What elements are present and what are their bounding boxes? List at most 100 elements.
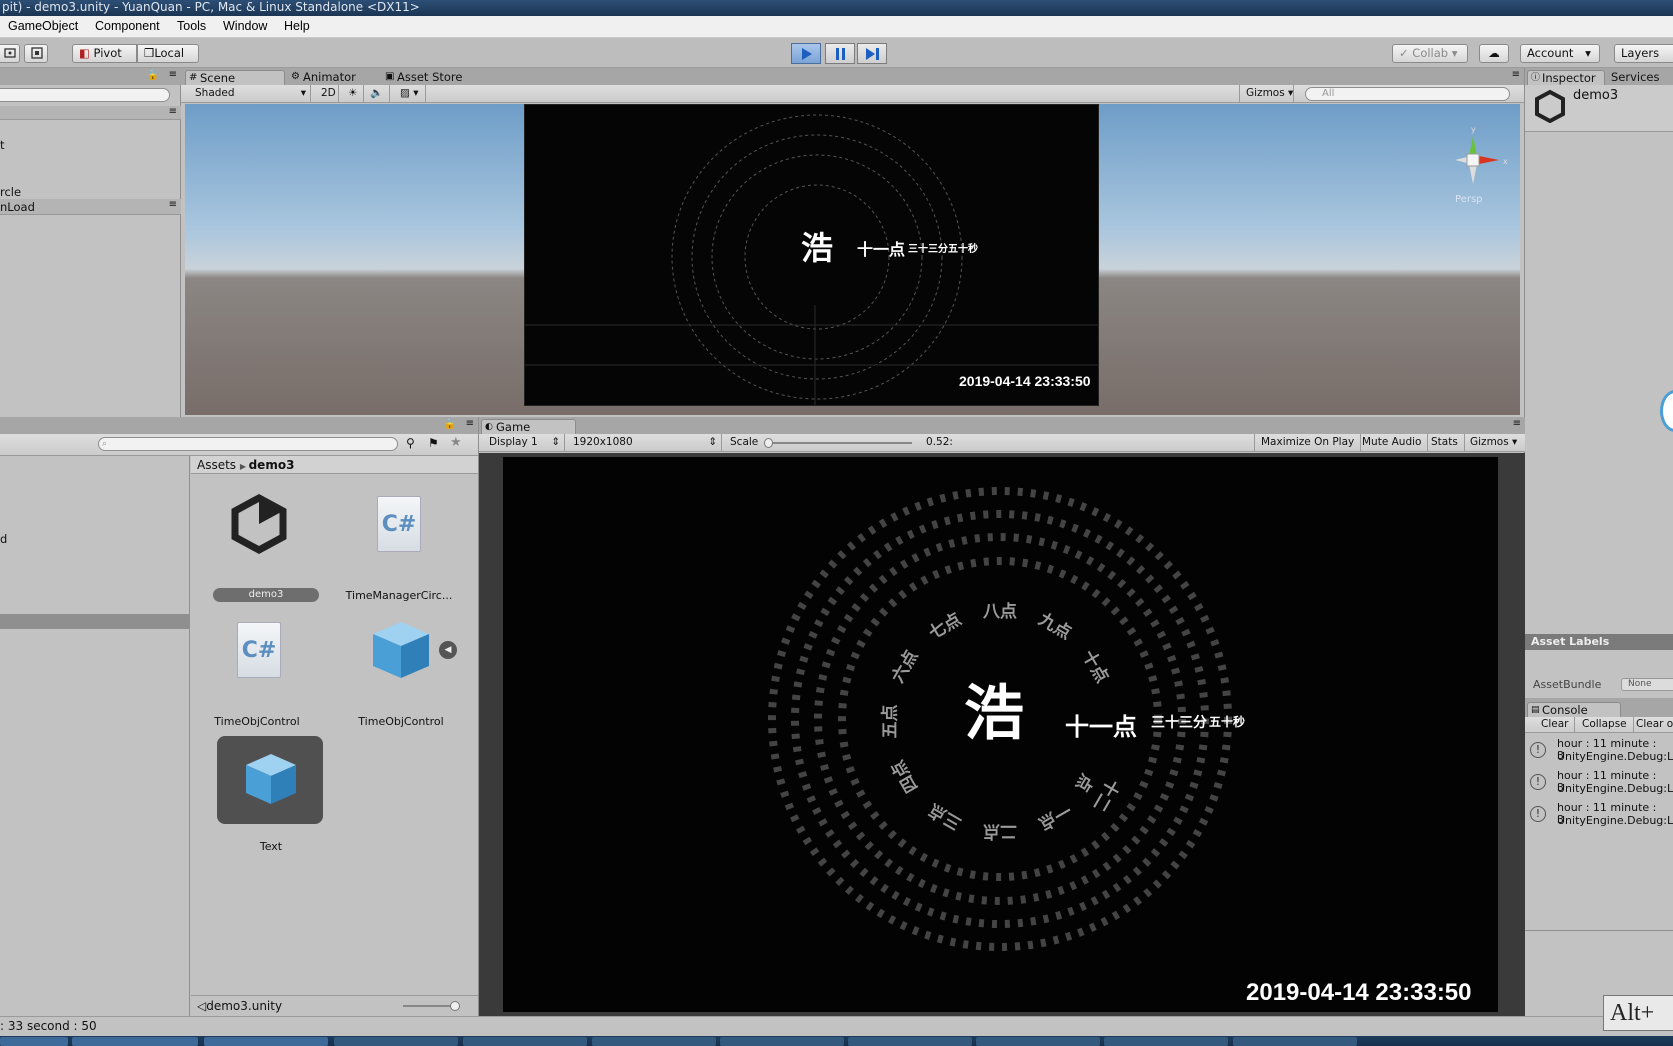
breadcrumb-folder[interactable]: demo3	[249, 458, 295, 472]
console-tabstrip: ▤ Console	[1525, 698, 1673, 717]
menu-window[interactable]: Window	[223, 19, 267, 33]
game-tabstrip: ◐ Game ≡	[479, 417, 1525, 434]
taskbar-item[interactable]	[0, 1037, 68, 1046]
console-collapse-button[interactable]: Collapse	[1576, 717, 1634, 732]
layers-dropdown[interactable]: Layers	[1614, 44, 1673, 63]
menu-gameobject[interactable]: GameObject	[8, 19, 78, 33]
filter-type-icon[interactable]: ⚲	[406, 436, 415, 450]
menu-component[interactable]: Component	[95, 19, 160, 33]
folder-item-selected[interactable]	[0, 614, 190, 629]
account-dropdown[interactable]: Account ▾	[1520, 44, 1600, 63]
console-log-row[interactable]: ! hour : 11 minute : 3 UnityEngine.Debug…	[1524, 770, 1673, 800]
scene-search[interactable]: All	[1305, 87, 1510, 101]
icon-size-slider[interactable]	[403, 1005, 455, 1007]
rect-tool-icon[interactable]	[0, 44, 20, 63]
taskbar-item[interactable]	[463, 1037, 587, 1046]
game-minute-text: 三十三分	[1151, 715, 1207, 731]
console-log-row[interactable]: ! hour : 11 minute : 3 UnityEngine.Debug…	[1524, 802, 1673, 832]
asset-bundle-dropdown[interactable]: None	[1621, 678, 1673, 691]
scale-slider-thumb[interactable]	[764, 438, 773, 448]
2d-toggle[interactable]: 2D	[315, 85, 339, 102]
label-icon[interactable]: ⚑	[428, 436, 439, 450]
tab-inspector[interactable]: ⓘ Inspector	[1527, 70, 1605, 85]
asset-item[interactable]: Text	[197, 736, 323, 856]
taskbar-item[interactable]	[1104, 1037, 1228, 1046]
warning-icon: !	[1530, 806, 1546, 822]
lock-icon[interactable]: 🔒	[147, 70, 159, 81]
cloud-button[interactable]: ☁	[1479, 44, 1509, 63]
tab-scene[interactable]: # Scene	[185, 70, 285, 85]
breadcrumb-root[interactable]: Assets	[197, 458, 236, 472]
game-gizmos-label: Gizmos	[1470, 436, 1509, 448]
menu-tools[interactable]: Tools	[177, 19, 206, 33]
mute-audio-toggle[interactable]: Mute Audio	[1356, 434, 1429, 451]
console-clear-on-play-button[interactable]: Clear or	[1630, 717, 1673, 732]
menu-icon[interactable]: ≡	[169, 199, 177, 210]
pivot-toggle[interactable]: ◧ Pivot	[72, 44, 137, 63]
scale-slider[interactable]	[766, 442, 912, 444]
project-search[interactable]: ⌕	[98, 437, 398, 451]
taskbar-item[interactable]	[592, 1037, 716, 1046]
tab-game-label: Game	[496, 420, 531, 434]
taskbar-item[interactable]	[72, 1037, 198, 1046]
tab-game[interactable]: ◐ Game	[481, 419, 576, 434]
tab-asset-store[interactable]: ▣ Asset Store	[383, 70, 463, 85]
stats-toggle[interactable]: Stats	[1425, 434, 1465, 451]
transform-tool-icon[interactable]	[24, 44, 48, 63]
effects-dropdown[interactable]: ▨ ▾	[394, 85, 426, 102]
local-toggle[interactable]: ❒Local	[137, 44, 199, 63]
menu-help[interactable]: Help	[284, 19, 310, 33]
asset-bundle-section: AssetBundle None	[1524, 650, 1673, 698]
hierarchy-search[interactable]	[0, 88, 170, 102]
taskbar-item[interactable]	[720, 1037, 844, 1046]
menu-icon[interactable]: ≡	[1512, 69, 1520, 80]
audio-toggle[interactable]: 🔈	[364, 85, 390, 102]
asset-item[interactable]: demo3	[213, 486, 319, 606]
lock-icon[interactable]: 🔒	[444, 419, 456, 430]
asset-item[interactable]: ◀ TimeObjControl	[343, 612, 463, 732]
taskbar-item[interactable]	[334, 1037, 458, 1046]
hierarchy-item[interactable]: t	[0, 138, 5, 152]
hierarchy-scene-row[interactable]: nLoad ≡	[0, 199, 181, 215]
hierarchy-item[interactable]: rcle	[0, 185, 21, 199]
display-dropdown[interactable]: Display 1 ⇕	[483, 434, 565, 451]
pause-button[interactable]	[825, 43, 855, 64]
game-gizmos-dropdown[interactable]: Gizmos ▾	[1464, 434, 1523, 451]
taskbar-item[interactable]	[1233, 1037, 1357, 1046]
scale-value: 0.52:	[926, 436, 953, 448]
play-button[interactable]	[791, 43, 821, 64]
maximize-on-play-toggle[interactable]: Maximize On Play	[1254, 434, 1362, 451]
tab-animator[interactable]: ⚙ Animator	[289, 70, 356, 85]
cloud-icon: ☁	[1488, 46, 1500, 60]
hierarchy-tabstrip: 🔒 ≡	[0, 68, 181, 85]
persp-label[interactable]: Persp	[1455, 194, 1483, 205]
console-log-row[interactable]: ! hour : 11 minute : 3 UnityEngine.Debug…	[1524, 738, 1673, 768]
asset-item[interactable]: C# TimeObjControl	[197, 612, 317, 732]
expand-arrow-icon[interactable]: ◀	[439, 641, 457, 659]
asset-label: TimeObjControl	[214, 715, 300, 728]
asset-item[interactable]: C# TimeManagerCirc...	[343, 486, 463, 606]
resolution-dropdown[interactable]: 1920x1080 ⇕	[567, 434, 722, 451]
tab-console[interactable]: ▤ Console	[1527, 702, 1621, 717]
lighting-toggle[interactable]: ☀	[342, 85, 364, 102]
star-icon[interactable]: ★	[450, 435, 462, 450]
tab-services[interactable]: Services	[1605, 70, 1660, 85]
warning-icon: !	[1530, 774, 1546, 790]
scene-gizmos-dropdown[interactable]: Gizmos ▾	[1239, 85, 1294, 102]
step-button[interactable]	[857, 43, 887, 64]
menu-icon[interactable]: ≡	[466, 418, 474, 429]
asset-labels-header: Asset Labels	[1525, 634, 1673, 650]
collab-dropdown[interactable]: ✓ Collab ▾	[1392, 44, 1468, 63]
menu-icon[interactable]: ≡	[169, 69, 177, 80]
menu-icon[interactable]: ≡	[1513, 418, 1521, 429]
menu-icon[interactable]: ≡	[169, 106, 177, 117]
shading-dropdown[interactable]: Shaded ▾	[189, 85, 311, 102]
taskbar-item[interactable]	[204, 1037, 328, 1046]
folder-item[interactable]: d	[0, 532, 7, 546]
taskbar-item[interactable]	[848, 1037, 972, 1046]
icon-size-slider-thumb[interactable]	[450, 1001, 460, 1011]
taskbar-item[interactable]	[976, 1037, 1100, 1046]
animator-icon: ⚙	[291, 71, 300, 82]
game-viewport[interactable]: 十二点 一点 二点 三点 四点 五点 六点 七点 八点 九点 十点 浩 十一点 三十三分 五十秒 2…	[503, 457, 1498, 1012]
console-clear-button[interactable]: Clear	[1535, 717, 1576, 732]
